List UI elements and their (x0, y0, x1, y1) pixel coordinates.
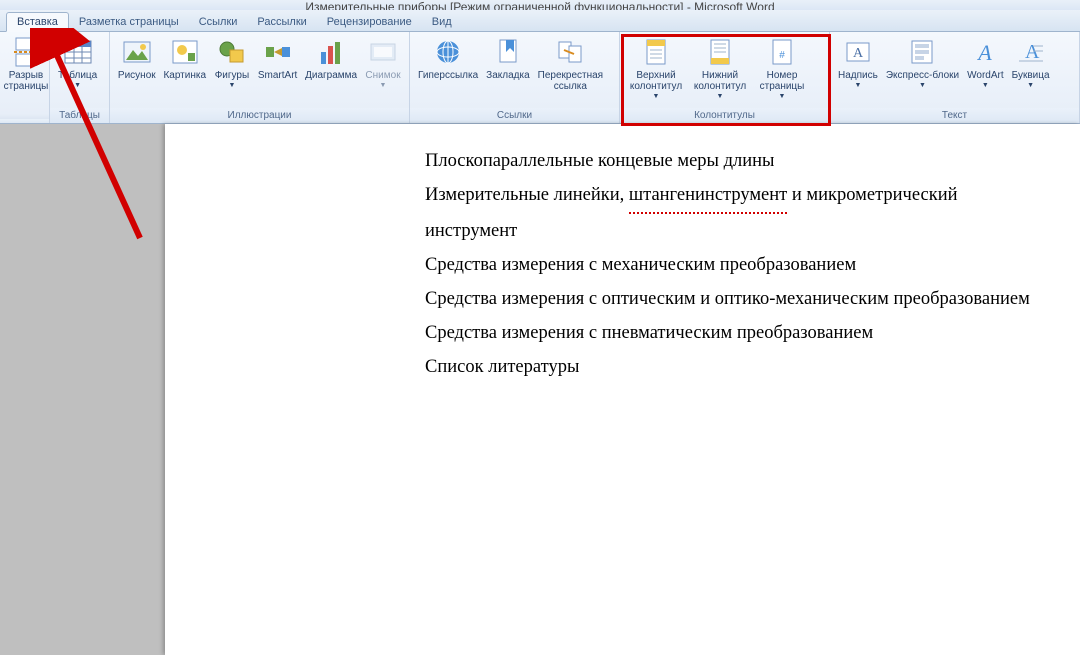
hyperlink-label: Гиперссылка (418, 70, 478, 81)
tab-page-layout[interactable]: Разметка страницы (69, 13, 189, 31)
chevron-down-icon: ▼ (982, 82, 989, 89)
chevron-down-icon: ▼ (854, 82, 861, 89)
chart-button[interactable]: Диаграмма (301, 34, 361, 83)
doc-line: Список литературы (425, 350, 1050, 384)
pagenumber-icon: # (766, 36, 798, 68)
doc-line: инструмент (425, 214, 1050, 248)
crossref-label: Перекрестная ссылка (538, 70, 603, 92)
tab-review[interactable]: Рецензирование (317, 13, 422, 31)
tab-references[interactable]: Ссылки (189, 13, 248, 31)
picture-icon (121, 36, 153, 68)
group-links-label: Ссылки (410, 108, 619, 123)
bookmark-icon (492, 36, 524, 68)
doc-line: Средства измерения с оптическим и оптико… (425, 282, 1050, 316)
clipart-button[interactable]: Картинка (160, 34, 210, 83)
doc-line: Средства измерения с пневматическим прео… (425, 316, 1050, 350)
tab-view[interactable]: Вид (422, 13, 462, 31)
footer-icon (704, 36, 736, 68)
tab-mailings[interactable]: Рассылки (247, 13, 316, 31)
smartart-label: SmartArt (258, 70, 297, 81)
dropcap-button[interactable]: A Буквица ▼ (1008, 34, 1054, 91)
table-button[interactable]: Таблица ▼ (54, 34, 101, 91)
svg-text:A: A (1025, 41, 1040, 63)
chevron-down-icon: ▼ (653, 93, 660, 100)
chart-label: Диаграмма (305, 70, 357, 81)
textbox-icon: A (842, 36, 874, 68)
hyperlink-button[interactable]: Гиперссылка (414, 34, 482, 83)
doc-line: Плоскопараллельные концевые меры длины (425, 144, 1050, 178)
doc-line: Средства измерения с механическим преобр… (425, 248, 1050, 282)
crossref-button[interactable]: Перекрестная ссылка (534, 34, 607, 94)
screenshot-icon (367, 36, 399, 68)
wordart-label: WordArt (967, 70, 1004, 81)
group-text-label: Текст (830, 108, 1079, 123)
smartart-icon (262, 36, 294, 68)
ribbon: Разрыв страницы Таблица ▼ Таблицы Рисуно… (0, 32, 1080, 124)
picture-button[interactable]: Рисунок (114, 34, 160, 83)
chart-icon (315, 36, 347, 68)
screenshot-label: Снимок (365, 70, 400, 81)
table-label: Таблица (58, 70, 97, 81)
chevron-down-icon: ▼ (779, 93, 786, 100)
picture-label: Рисунок (118, 70, 156, 81)
footer-button[interactable]: Нижний колонтитул ▼ (688, 34, 752, 102)
window-titlebar: Измерительные приборы [Режим ограниченно… (0, 0, 1080, 10)
bookmark-label: Закладка (486, 70, 529, 81)
page-break-icon (10, 36, 42, 68)
chevron-down-icon: ▼ (717, 93, 724, 100)
spellcheck-error: штангенинструмент (629, 178, 787, 214)
group-illustrations-label: Иллюстрации (110, 108, 409, 123)
dropcap-label: Буквица (1012, 70, 1050, 81)
page-break-button[interactable]: Разрыв страницы (4, 34, 48, 94)
document-page[interactable]: Плоскопараллельные концевые меры длины И… (165, 124, 1080, 655)
wordart-icon: A (969, 36, 1001, 68)
page-break-label: Разрыв страницы (4, 70, 49, 92)
textbox-label: Надпись (838, 70, 878, 81)
dropcap-icon: A (1015, 36, 1047, 68)
table-icon (62, 36, 94, 68)
clipart-icon (169, 36, 201, 68)
chevron-down-icon: ▼ (74, 82, 81, 89)
screenshot-button[interactable]: Снимок ▼ (361, 34, 405, 91)
pagenumber-button[interactable]: # Номер страницы ▼ (752, 34, 812, 102)
clipart-label: Картинка (163, 70, 206, 81)
window-title: Измерительные приборы [Режим ограниченно… (305, 0, 774, 10)
bookmark-button[interactable]: Закладка (482, 34, 533, 83)
crossref-icon (554, 36, 586, 68)
shapes-icon (216, 36, 248, 68)
quickparts-label: Экспресс-блоки (886, 70, 959, 81)
shapes-label: Фигуры (215, 70, 249, 81)
shapes-button[interactable]: Фигуры ▼ (210, 34, 254, 91)
textbox-button[interactable]: A Надпись ▼ (834, 34, 882, 91)
svg-text:A: A (853, 46, 864, 61)
header-icon (640, 36, 672, 68)
svg-text:A: A (977, 40, 993, 65)
header-label: Верхний колонтитул (630, 70, 682, 92)
svg-text:#: # (779, 50, 785, 61)
smartart-button[interactable]: SmartArt (254, 34, 301, 83)
group-pages-label (0, 119, 49, 123)
chevron-down-icon: ▼ (380, 82, 387, 89)
chevron-down-icon: ▼ (228, 82, 235, 89)
group-headerfooter-label: Колонтитулы (620, 108, 829, 123)
header-button[interactable]: Верхний колонтитул ▼ (624, 34, 688, 102)
quickparts-icon (906, 36, 938, 68)
chevron-down-icon: ▼ (919, 82, 926, 89)
hyperlink-icon (432, 36, 464, 68)
tab-insert[interactable]: Вставка (6, 12, 69, 32)
ribbon-tabs: Вставка Разметка страницы Ссылки Рассылк… (0, 10, 1080, 32)
footer-label: Нижний колонтитул (694, 70, 746, 92)
chevron-down-icon: ▼ (1027, 82, 1034, 89)
doc-line: Измерительные линейки, штангенинструмент… (425, 178, 1050, 214)
document-workspace: Плоскопараллельные концевые меры длины И… (0, 124, 1080, 531)
pagenumber-label: Номер страницы (760, 70, 805, 92)
wordart-button[interactable]: A WordArt ▼ (963, 34, 1008, 91)
group-tables-label: Таблицы (50, 108, 109, 123)
quickparts-button[interactable]: Экспресс-блоки ▼ (882, 34, 963, 91)
